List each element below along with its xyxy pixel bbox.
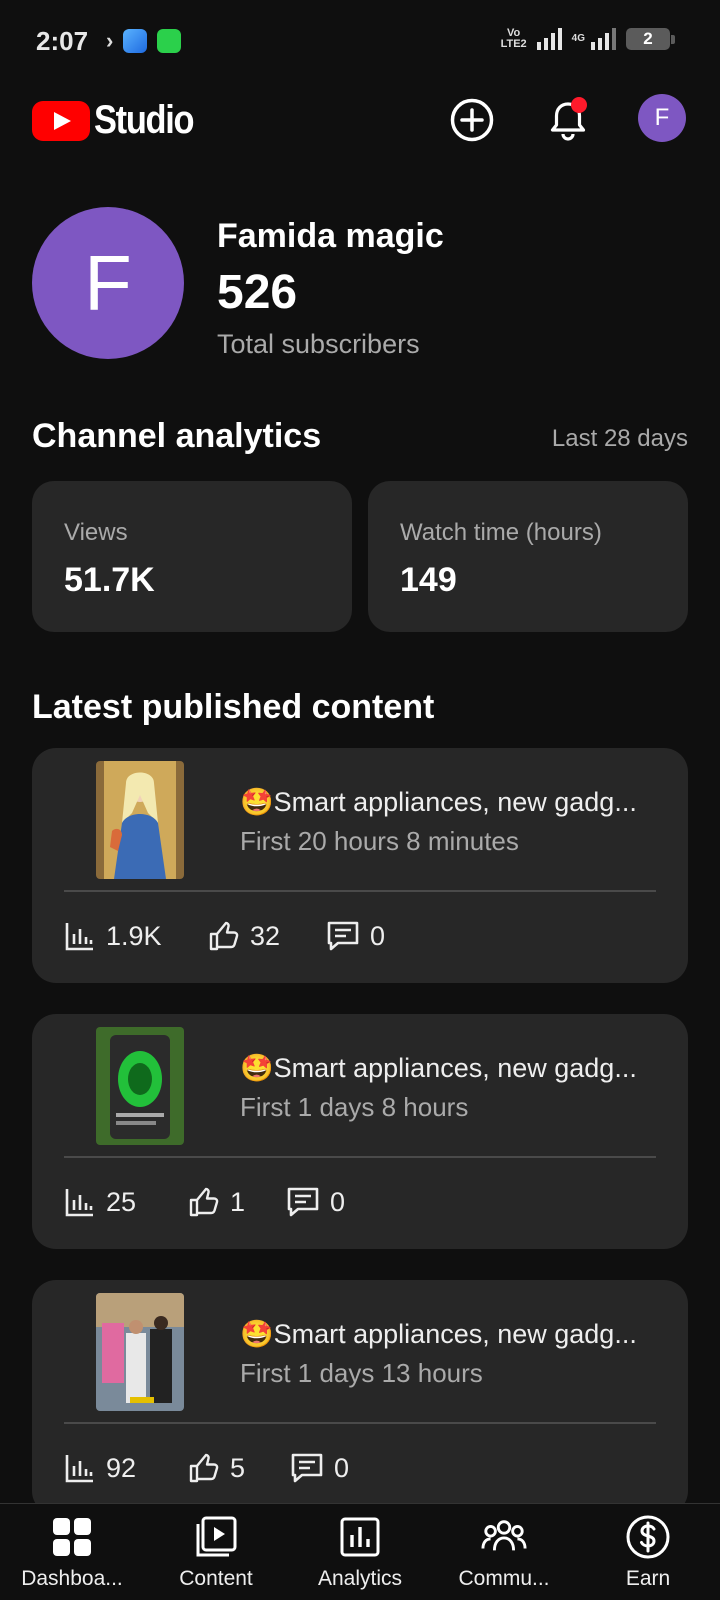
content-title: 🤩Smart appliances, new gadg... bbox=[240, 1319, 637, 1349]
comment-icon bbox=[287, 1187, 319, 1217]
bar-chart-icon bbox=[65, 923, 93, 951]
content-subtitle: First 1 days 8 hours bbox=[240, 1092, 469, 1122]
chevron-right-icon: › bbox=[106, 28, 114, 53]
app-notification-icon bbox=[157, 29, 182, 53]
bottom-navigation: Dashboa... Content Analytics Commu... Ea… bbox=[0, 1503, 720, 1600]
signal-strength-icon bbox=[536, 28, 562, 50]
comments-count: 0 bbox=[370, 920, 386, 951]
likes-metric: 32 bbox=[208, 918, 280, 954]
status-notification-icons: › bbox=[106, 28, 182, 54]
subscriber-count: 526 bbox=[217, 266, 298, 319]
likes-count: 32 bbox=[250, 920, 281, 951]
account-avatar[interactable]: F bbox=[638, 94, 686, 142]
thumb-up-icon bbox=[209, 921, 239, 951]
video-thumbnail bbox=[96, 1293, 184, 1411]
network-type: 4G bbox=[571, 33, 585, 44]
content-subtitle: First 20 hours 8 minutes bbox=[240, 826, 519, 856]
stat-value: 51.7K bbox=[64, 561, 155, 599]
status-time: 2:07 bbox=[36, 26, 89, 56]
views-metric: 25 bbox=[64, 1184, 136, 1220]
nav-label: Content bbox=[179, 1567, 253, 1590]
create-button[interactable] bbox=[446, 94, 498, 146]
channel-name: Famida magic bbox=[217, 217, 444, 255]
nav-label: Analytics bbox=[317, 1567, 403, 1590]
content-subtitle: First 1 days 13 hours bbox=[240, 1358, 483, 1388]
divider bbox=[64, 1422, 656, 1424]
signal-strength-icon bbox=[591, 28, 616, 50]
divider bbox=[64, 1156, 656, 1158]
nav-content[interactable]: Content bbox=[144, 1504, 288, 1600]
video-thumbnail bbox=[96, 1027, 184, 1145]
views-count: 25 bbox=[106, 1186, 137, 1217]
views-metric: 92 bbox=[64, 1450, 136, 1486]
likes-metric: 1 bbox=[188, 1184, 245, 1220]
bar-chart-icon bbox=[65, 1455, 93, 1483]
volte-indicator: Vo LTE2 bbox=[501, 28, 527, 50]
earn-icon bbox=[625, 1514, 671, 1560]
app-notification-icon bbox=[123, 29, 148, 53]
content-title: 🤩Smart appliances, new gadg... bbox=[240, 1053, 637, 1083]
battery-icon: 2 bbox=[626, 28, 675, 50]
nav-analytics[interactable]: Analytics bbox=[288, 1504, 432, 1600]
nav-dashboard[interactable]: Dashboa... bbox=[0, 1504, 144, 1600]
nav-earn[interactable]: Earn bbox=[576, 1504, 720, 1600]
comments-metric: 0 bbox=[290, 1450, 349, 1486]
notifications-button[interactable] bbox=[542, 94, 594, 146]
content-card[interactable]: 🤩Smart appliances, new gadg... First 1 d… bbox=[32, 1280, 688, 1515]
content-card[interactable]: 🤩Smart appliances, new gadg... First 1 d… bbox=[32, 1014, 688, 1249]
volte-bottom: LTE2 bbox=[500, 38, 527, 50]
status-bar: 2:07 › Vo LTE2 4G 2 bbox=[0, 0, 720, 84]
views-count: 92 bbox=[106, 1452, 137, 1483]
stat-label: Watch time (hours) bbox=[400, 519, 602, 546]
nav-label: Commu... bbox=[458, 1567, 550, 1590]
views-card[interactable]: Views 51.7K bbox=[32, 481, 352, 632]
views-metric: 1.9K bbox=[64, 918, 162, 954]
video-thumbnail bbox=[96, 761, 184, 879]
subscriber-label: Total subscribers bbox=[217, 329, 420, 359]
battery-level: 2 bbox=[643, 29, 653, 48]
youtube-studio-logo[interactable]: Studio bbox=[32, 98, 209, 143]
comments-metric: 0 bbox=[326, 918, 385, 954]
nav-label: Dashboa... bbox=[21, 1567, 123, 1590]
latest-content-title: Latest published content bbox=[32, 688, 435, 726]
comment-icon bbox=[291, 1453, 323, 1483]
stat-value: 149 bbox=[400, 561, 457, 599]
views-count: 1.9K bbox=[106, 920, 162, 951]
content-icon bbox=[193, 1514, 239, 1560]
notification-badge bbox=[571, 97, 587, 113]
top-app-bar: Studio F bbox=[0, 84, 720, 156]
analytics-icon bbox=[337, 1514, 383, 1560]
likes-metric: 5 bbox=[188, 1450, 245, 1486]
divider bbox=[64, 890, 656, 892]
add-circle-icon bbox=[450, 98, 494, 142]
analytics-section-title: Channel analytics bbox=[32, 417, 322, 455]
dashboard-icon bbox=[49, 1514, 95, 1560]
channel-header: F Famida magic 526 Total subscribers bbox=[32, 207, 688, 359]
likes-count: 1 bbox=[230, 1186, 246, 1217]
watch-time-card[interactable]: Watch time (hours) 149 bbox=[368, 481, 688, 632]
comments-metric: 0 bbox=[286, 1184, 345, 1220]
status-system-icons: Vo LTE2 4G 2 bbox=[501, 28, 675, 50]
youtube-play-icon bbox=[32, 100, 90, 141]
comments-count: 0 bbox=[330, 1186, 346, 1217]
comment-icon bbox=[327, 921, 359, 951]
comments-count: 0 bbox=[334, 1452, 350, 1483]
channel-avatar[interactable]: F bbox=[32, 207, 184, 359]
analytics-range: Last 28 days bbox=[551, 425, 688, 452]
stat-label: Views bbox=[64, 519, 128, 546]
nav-label: Earn bbox=[625, 1567, 671, 1590]
thumb-up-icon bbox=[189, 1187, 219, 1217]
bar-chart-icon bbox=[65, 1189, 93, 1217]
likes-count: 5 bbox=[230, 1452, 246, 1483]
community-icon bbox=[481, 1514, 527, 1560]
logo-text: Studio bbox=[94, 98, 195, 142]
content-title: 🤩Smart appliances, new gadg... bbox=[240, 787, 637, 817]
content-card[interactable]: 🤩Smart appliances, new gadg... First 20 … bbox=[32, 748, 688, 983]
nav-community[interactable]: Commu... bbox=[432, 1504, 576, 1600]
thumb-up-icon bbox=[189, 1453, 219, 1483]
